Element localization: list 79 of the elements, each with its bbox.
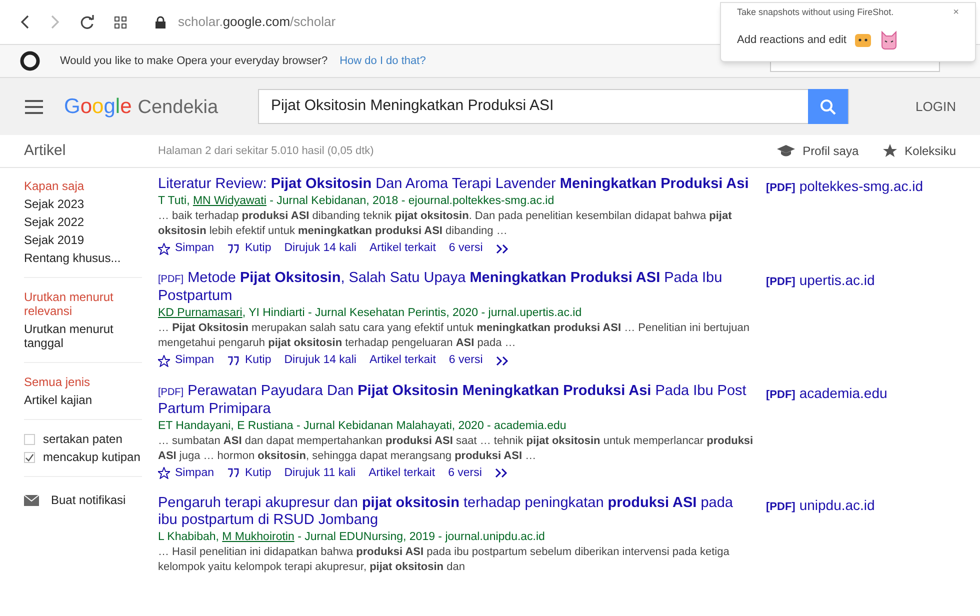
filter-link[interactable]: Urutkan menurut relevansi	[24, 290, 142, 318]
menu-icon[interactable]	[24, 100, 44, 114]
filter-link[interactable]: Semua jenis	[24, 375, 142, 389]
checkbox-label: sertakan paten	[43, 432, 122, 446]
filter-link[interactable]: Urutkan menurut tanggal	[24, 322, 142, 350]
save-link[interactable]: Simpan	[158, 352, 214, 370]
google-logo: Google	[64, 94, 132, 120]
address-bar[interactable]: scholar.google.com/scholar	[178, 12, 336, 32]
cat-face-icon[interactable]	[854, 31, 872, 49]
filter-link[interactable]: Artikel kajian	[24, 393, 142, 407]
popup-text: Take snapshots without using FireShot.	[737, 6, 894, 19]
pdf-link[interactable]: [PDF] poltekkes-smg.ac.id	[766, 176, 924, 197]
search-field[interactable]: Pijat Oksitosin Meningkatkan Produksi ASI	[258, 89, 849, 124]
versions-link[interactable]: 6 versi	[448, 240, 483, 258]
popup-text: Add reactions and edit	[737, 32, 846, 48]
result-title-link[interactable]: Pengaruh terapi akupresur dan pijat oksitosin terhadap peningkatan produksi ASI pada ibu postpartum di RSUD Jombang	[158, 494, 754, 529]
back-icon[interactable]	[20, 15, 30, 29]
star-icon[interactable]	[158, 467, 170, 480]
result-snippet: … baik terhadap produksi ASI dibanding teknik pijat oksitosin. Dan pada penelitian kesembilan didapat bahwa pijat oksitosin lebih efektif untuk meningkatkan produksi ASI dibanding …	[158, 209, 733, 239]
result-title-link[interactable]: [PDF] Metode Pijat Oksitosin, Salah Satu Upaya Meningkatkan Produksi ASI Pada Ibu Postpartum	[158, 270, 754, 306]
more-icon[interactable]	[496, 244, 510, 254]
star-icon[interactable]	[882, 144, 897, 158]
cited-by-link[interactable]: Dirujuk 11 kali	[284, 464, 356, 482]
save-link[interactable]: Simpan	[158, 464, 214, 482]
login-button[interactable]: LOGIN	[916, 96, 956, 116]
related-articles-link[interactable]: Artikel terkait	[368, 464, 436, 482]
quote-icon[interactable]	[227, 356, 240, 366]
pdf-link[interactable]: [PDF] unipdu.ac.id	[766, 494, 875, 516]
result-meta: ET Handayani, E Rustiana - Jurnal Kebidanan Malahayati, 2020 - academia.edu	[158, 418, 568, 434]
more-icon[interactable]	[496, 356, 510, 366]
result-title-link[interactable]: Literatur Review: Pijat Oksitosin Dan Aroma Terapi Lavender Meningkatkan Produksi Asi	[158, 176, 754, 193]
checkbox[interactable]	[24, 452, 35, 463]
cite-link[interactable]: Kutip	[227, 464, 272, 482]
related-articles-link[interactable]: Artikel terkait	[369, 352, 436, 370]
result-snippet: … sumbatan ASI dan dapat mempertahankan produksi ASI saat … tehnik pijat oksitosin untuk memperlancar produksi ASI juga … hormon oksitosin, sehingga dapat merangsang produksi ASI …	[158, 434, 754, 464]
help-link[interactable]: How do I do that?	[340, 52, 426, 70]
result-meta: L Khabibah, M Mukhoirotin - Jurnal EDUNursing, 2019 - journal.unipdu.ac.id	[158, 530, 546, 545]
filter-link[interactable]: Sejak 2019	[24, 233, 142, 247]
quote-icon[interactable]	[227, 468, 240, 478]
result-snippet: … Hasil penelitian ini didapatkan bahwa produksi ASI pada ibu postpartum sebelum diberikan intervensi pada ketiga kelompok yaitu kelompok terapi akupresur, pijat oksitosin dan	[158, 544, 730, 575]
lock-icon[interactable]	[155, 16, 166, 28]
close-button[interactable]: ×	[953, 5, 959, 20]
save-link[interactable]: Simpan	[158, 240, 214, 258]
filter-link[interactable]: Kapan saja	[24, 179, 142, 193]
star-icon[interactable]	[158, 354, 170, 367]
grid-icon[interactable]	[114, 16, 127, 28]
alert-link[interactable]: Buat notifikasi	[24, 491, 142, 509]
quote-icon[interactable]	[227, 244, 240, 254]
related-articles-link[interactable]: Artikel terkait	[369, 240, 436, 258]
search-button[interactable]	[808, 89, 848, 124]
versions-link[interactable]: 6 versi	[448, 352, 483, 370]
reload-icon[interactable]	[80, 15, 94, 29]
graduation-cap-icon[interactable]	[776, 145, 795, 157]
checkbox-label: mencakup kutipan	[43, 450, 140, 464]
result-stats: Halaman 2 dari sekitar 5.010 hasil (0,05 dtk)	[158, 144, 374, 159]
filter-link[interactable]: Sejak 2022	[24, 215, 142, 229]
pdf-link[interactable]: [PDF] upertis.ac.id	[766, 270, 875, 292]
more-icon[interactable]	[494, 468, 509, 478]
envelope-icon[interactable]	[24, 494, 39, 506]
opera-prompt: Would you like to make Opera your everyday browser?	[60, 54, 328, 69]
pdf-link[interactable]: [PDF] academia.edu	[766, 382, 888, 404]
search-icon[interactable]	[820, 98, 836, 114]
result-meta: KD Purnamasari, YI Hindiarti - Jurnal Kesehatan Perintis, 2020 - jurnal.upertis.ac.id	[158, 306, 583, 322]
filter-link[interactable]: Sejak 2023	[24, 197, 142, 211]
opera-logo-icon[interactable]	[20, 51, 40, 71]
section-title: Artikel	[24, 140, 67, 161]
versions-link[interactable]: 6 versi	[448, 464, 482, 482]
result-snippet: … Pijat Oksitosin merupakan salah satu cara yang efektif untuk meningkatkan produksi ASI … Penelitian ini bertujuan mengetahui pengaruh pijat oksitosin terhadap pengeluaran ASI pada …	[158, 321, 750, 352]
filter-link[interactable]: Rentang khusus...	[24, 251, 142, 265]
result-meta: T Tuti, MN Widyawati - Jurnal Kebidanan, 2018 - ejournal.poltekkes-smg.ac.id	[158, 194, 556, 209]
library-link[interactable]: Koleksiku	[882, 142, 956, 160]
cited-by-link[interactable]: Dirujuk 14 kali	[284, 240, 356, 258]
cite-link[interactable]: Kutip	[227, 352, 272, 370]
profile-link[interactable]: Profil saya	[776, 142, 859, 160]
star-icon[interactable]	[158, 242, 170, 255]
result-title-link[interactable]: [PDF] Perawatan Payudara Dan Pijat Oksitosin Meningkatkan Produksi Asi Pada Ibu Post Partum Primipara	[158, 382, 754, 418]
cited-by-link[interactable]: Dirujuk 14 kali	[284, 352, 356, 370]
product-name: Cendekia	[138, 96, 218, 120]
cite-link[interactable]: Kutip	[227, 240, 272, 258]
